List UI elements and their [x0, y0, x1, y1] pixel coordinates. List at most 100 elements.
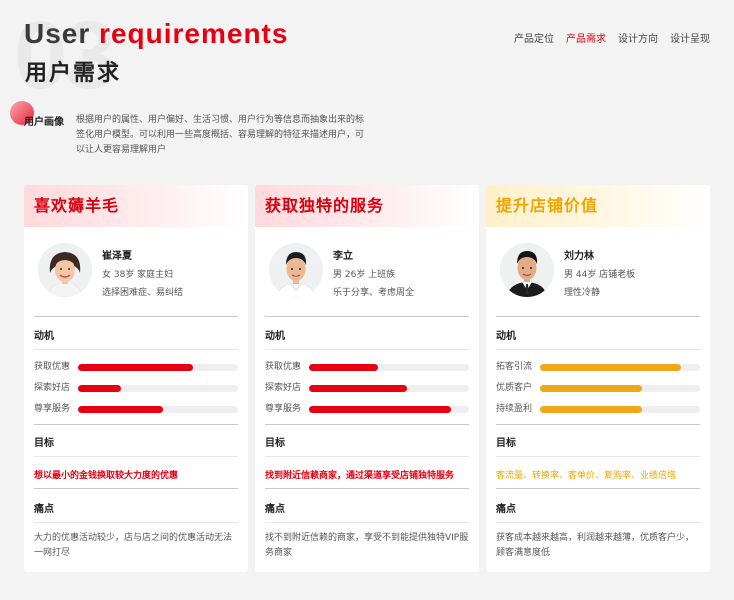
top-nav: 产品定位 产品需求 设计方向 设计呈现	[514, 30, 710, 45]
motivation-bar-row: 尊享服务	[34, 403, 238, 415]
businessman-avatar-icon	[500, 243, 554, 297]
motivation-title: 动机	[34, 331, 54, 342]
profile: 崔泽夏 女 38岁 家庭主妇 选择困难症、易纠结	[24, 227, 248, 301]
divider	[265, 488, 469, 489]
divider	[265, 424, 469, 425]
divider	[496, 522, 700, 523]
title-en-word2: requirements	[99, 18, 289, 49]
motivation-bar-label: 尊享服务	[34, 404, 71, 414]
page-title-en: User requirements	[24, 16, 288, 52]
persona-basic-info: 女 38岁 家庭主妇	[102, 270, 174, 280]
motivation-bar-fill	[78, 385, 122, 392]
motivation-bar-track	[309, 364, 469, 371]
card-title: 喜欢薅羊毛	[24, 185, 248, 227]
motivation-bar-fill	[540, 385, 643, 392]
motivation-bar-track	[540, 385, 700, 392]
motivation-bar-label: 获取优惠	[34, 362, 71, 372]
persona-description: 根据用户的属性、用户偏好、生活习惯、用户行为等信息而抽象出来的标签化用户模型。可…	[76, 115, 365, 155]
goal-title: 目标	[265, 438, 285, 449]
persona-name: 崔泽夏	[102, 251, 132, 262]
motivation-bar-label: 探索好店	[265, 383, 302, 393]
divider	[496, 424, 700, 425]
nav-item-design-direction[interactable]: 设计方向	[618, 30, 658, 45]
motivation-bar-row: 优质客户	[496, 382, 700, 394]
persona-traits: 理性冷静	[564, 288, 601, 298]
motivation-bar-label: 持续盈利	[496, 404, 533, 414]
goal-text: 找到附近信赖商家，通过渠道享受店铺独特服务	[265, 471, 455, 481]
motivation-bar-label: 尊享服务	[265, 404, 302, 414]
motivation-bar-row: 尊享服务	[265, 403, 469, 415]
goal-title: 目标	[34, 438, 54, 449]
profile: 李立 男 26岁 上班族 乐于分享、考虑周全	[255, 227, 479, 301]
woman-avatar-icon	[38, 243, 92, 297]
motivation-bar-track	[78, 364, 238, 371]
motivation-bar-row: 获取优惠	[34, 361, 238, 373]
goal-title: 目标	[496, 438, 516, 449]
divider	[34, 456, 238, 457]
motivation-bar-label: 优质客户	[496, 383, 533, 393]
divider	[34, 316, 238, 317]
nav-item-design-presentation[interactable]: 设计呈现	[670, 30, 710, 45]
divider	[496, 349, 700, 350]
motivation-bar-fill	[309, 385, 407, 392]
persona-label: 用户画像	[24, 117, 64, 128]
persona-card: 喜欢薅羊毛 崔泽夏 女 38岁 家庭主妇 选择困难症、易纠结 动机 获取优惠探索…	[24, 185, 248, 572]
motivation-bar-label: 获取优惠	[265, 362, 302, 372]
pain-title: 痛点	[265, 504, 285, 515]
divider	[265, 316, 469, 317]
motivation-bar-track	[309, 406, 469, 413]
card-title: 提升店铺价值	[486, 185, 710, 227]
motivation-bar-label: 探索好店	[34, 383, 71, 393]
persona-name: 李立	[333, 251, 353, 262]
motivation-bar-track	[540, 364, 700, 371]
motivation-bar-track	[309, 385, 469, 392]
nav-item-product-positioning[interactable]: 产品定位	[514, 30, 554, 45]
divider	[496, 456, 700, 457]
persona-traits: 乐于分享、考虑周全	[333, 288, 415, 298]
pain-text: 大力的优惠活动较少，店与店之间的优惠活动无法一网打尽	[34, 533, 233, 558]
divider	[34, 349, 238, 350]
motivation-title: 动机	[265, 331, 285, 342]
motivation-bar-row: 拓客引流	[496, 361, 700, 373]
motivation-bar-label: 拓客引流	[496, 362, 533, 372]
nav-item-product-requirements[interactable]: 产品需求	[566, 30, 606, 45]
motivation-bar-row: 获取优惠	[265, 361, 469, 373]
divider	[34, 522, 238, 523]
divider	[265, 456, 469, 457]
divider	[496, 316, 700, 317]
motivation-bar-fill	[309, 406, 452, 413]
persona-name: 刘力林	[564, 251, 594, 262]
motivation-bar-row: 探索好店	[265, 382, 469, 394]
motivation-bar-fill	[78, 364, 194, 371]
persona-card: 提升店铺价值 刘力林 男 44岁 店铺老板 理性冷静 动机 拓客引流优质客户持续…	[486, 185, 710, 572]
motivation-bar-row: 持续盈利	[496, 403, 700, 415]
motivation-bar-track	[78, 385, 238, 392]
pain-text: 获客成本越来越高，利润越来越薄，优质客户少，顾客满意度低	[496, 533, 695, 558]
motivation-bar-fill	[540, 406, 643, 413]
young-man-avatar-icon	[269, 243, 323, 297]
pain-text: 找不到附近信赖的商家，享受不到能提供独特VIP服务商家	[265, 533, 469, 558]
persona-basic-info: 男 44岁 店铺老板	[564, 270, 636, 280]
pain-title: 痛点	[34, 504, 54, 515]
motivation-bar-row: 探索好店	[34, 382, 238, 394]
motivation-bar-fill	[78, 406, 163, 413]
persona-traits: 选择困难症、易纠结	[102, 288, 184, 298]
divider	[265, 522, 469, 523]
motivation-bar-track	[540, 406, 700, 413]
title-en-word1: User	[24, 18, 91, 49]
page-title-cn: 用户需求	[25, 61, 122, 86]
card-title: 获取独特的服务	[255, 185, 479, 227]
pain-title: 痛点	[496, 504, 516, 515]
divider	[34, 488, 238, 489]
motivation-bar-track	[78, 406, 238, 413]
persona-card: 获取独特的服务 李立 男 26岁 上班族 乐于分享、考虑周全 动机 获取优惠探索…	[255, 185, 479, 572]
divider	[265, 349, 469, 350]
goal-text: 客流量、转换率、客单价、复购率、业绩倍增	[496, 471, 677, 481]
persona-basic-info: 男 26岁 上班族	[333, 270, 396, 280]
motivation-bar-fill	[309, 364, 378, 371]
motivation-title: 动机	[496, 331, 516, 342]
profile: 刘力林 男 44岁 店铺老板 理性冷静	[486, 227, 710, 301]
goal-text: 想以最小的金钱换取较大力度的优惠	[34, 471, 179, 481]
motivation-bar-fill	[540, 364, 681, 371]
divider	[496, 488, 700, 489]
